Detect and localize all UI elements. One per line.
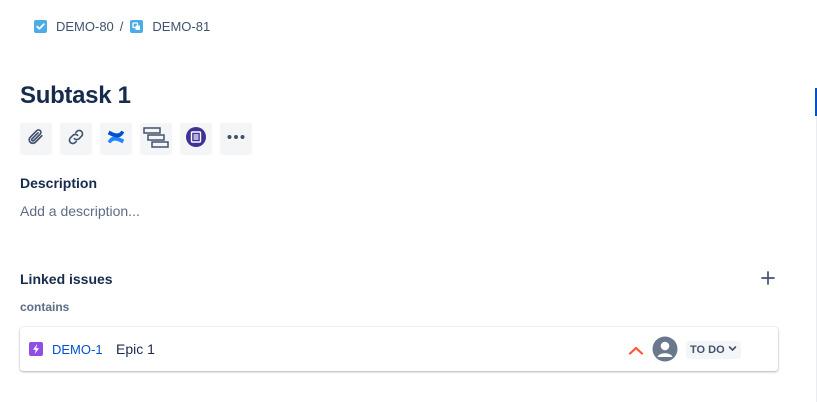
priority-high-icon: [628, 342, 644, 363]
breadcrumb-parent-key: DEMO-80: [56, 18, 114, 34]
task-checkbox-icon: [34, 19, 47, 33]
confluence-icon: [105, 126, 127, 153]
linked-issue-row[interactable]: DEMO-1 Epic 1 TO DO: [20, 327, 778, 371]
breadcrumb: DEMO-80 / DEMO-81: [34, 16, 210, 36]
breadcrumb-current[interactable]: DEMO-81: [130, 19, 210, 34]
app-icon: [185, 126, 207, 153]
attachment-icon: [26, 127, 46, 152]
link-relation-label: contains: [20, 300, 70, 314]
linked-issue-key[interactable]: DEMO-1: [52, 342, 103, 357]
subtask-icon: [130, 19, 144, 33]
unassigned-avatar-icon[interactable]: [652, 336, 678, 362]
issue-title[interactable]: Subtask 1: [20, 82, 131, 110]
breadcrumb-parent[interactable]: DEMO-80: [34, 19, 114, 34]
linked-issues-heading: Linked issues: [20, 271, 113, 287]
app-button[interactable]: [180, 123, 212, 155]
child-issues-button[interactable]: [140, 123, 172, 155]
attach-button[interactable]: [20, 123, 52, 155]
plus-icon: [760, 270, 776, 291]
linked-issue-summary[interactable]: Epic 1: [116, 341, 155, 357]
more-actions-button[interactable]: [220, 123, 252, 155]
issue-toolbar: [20, 123, 252, 155]
link-issue-button[interactable]: [60, 123, 92, 155]
chevron-down-icon: [728, 344, 737, 356]
child-issues-icon: [143, 126, 169, 153]
add-linked-issue-button[interactable]: [756, 268, 780, 292]
status-dropdown[interactable]: TO DO: [686, 341, 741, 359]
status-label: TO DO: [690, 344, 725, 356]
breadcrumb-current-key: DEMO-81: [152, 18, 211, 34]
confluence-button[interactable]: [100, 123, 132, 155]
description-placeholder[interactable]: Add a description...: [20, 203, 140, 219]
epic-icon: [29, 342, 43, 356]
link-icon: [66, 127, 86, 152]
breadcrumb-separator: /: [119, 18, 124, 34]
description-label: Description: [20, 175, 98, 191]
more-icon: [226, 127, 246, 152]
